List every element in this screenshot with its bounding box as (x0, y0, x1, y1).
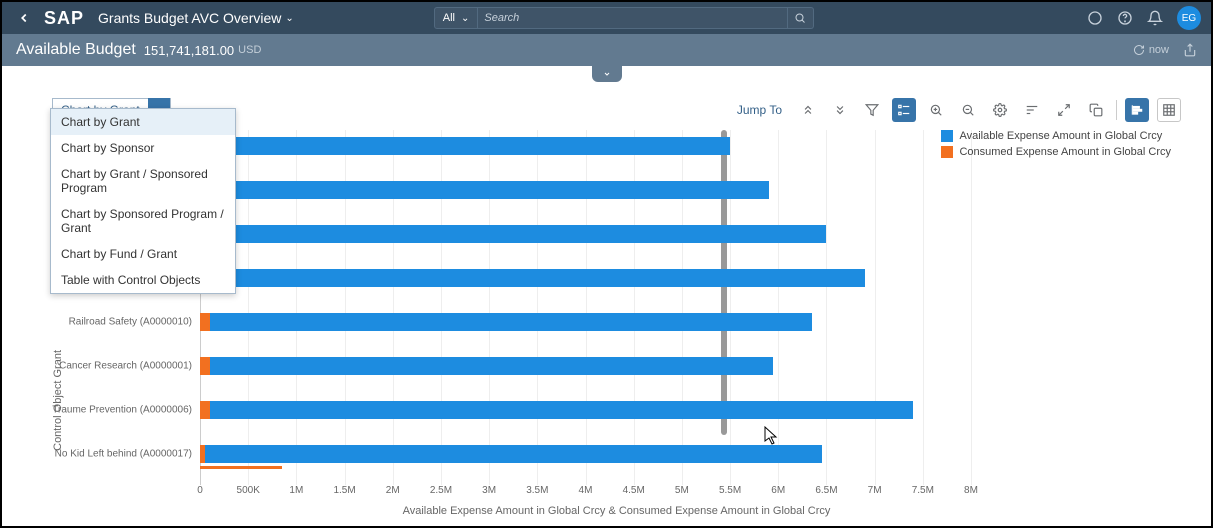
search-scope-select[interactable]: All ⌄ (434, 7, 479, 29)
chart-view-button[interactable] (1125, 98, 1149, 122)
chart-row (200, 130, 971, 162)
x-tick-label: 6M (771, 485, 785, 496)
filter-button[interactable] (860, 98, 884, 122)
collapse-header-button[interactable] (592, 66, 622, 82)
search-input[interactable] (478, 7, 787, 29)
dropdown-item[interactable]: Chart by Fund / Grant (51, 241, 235, 267)
divider (1116, 100, 1117, 120)
x-axis-ticks: 0 500K 1M 1.5M 2M 2.5M 3M 3.5M 4M 4.5M 5M 5.5M 6M 6.5… (200, 485, 971, 501)
copilot-icon[interactable] (1087, 10, 1103, 26)
available-budget-amount: 151,741,181.00 (144, 43, 234, 58)
legend-label: Consumed Expense Amount in Global Crcy (959, 146, 1171, 158)
chart-row: Traume Prevention (A0000006) (200, 394, 971, 426)
bar-available[interactable] (210, 269, 865, 287)
legend-swatch (941, 130, 953, 142)
chart-row (200, 218, 971, 250)
available-budget-currency: USD (238, 44, 261, 56)
dropdown-item[interactable]: Chart by Sponsor (51, 135, 235, 161)
bar-available[interactable] (205, 445, 822, 463)
search-button[interactable] (788, 7, 814, 29)
x-tick-label: 3M (482, 485, 496, 496)
x-tick-label: 1M (289, 485, 303, 496)
drill-up-button[interactable] (796, 98, 820, 122)
back-button[interactable] (12, 6, 36, 30)
category-label: No Kid Left behind (A0000017) (52, 449, 192, 460)
bar-available[interactable] (200, 225, 826, 243)
avatar[interactable]: EG (1177, 6, 1201, 30)
bar-available[interactable] (210, 401, 914, 419)
zoom-in-button[interactable] (924, 98, 948, 122)
settings-button[interactable] (988, 98, 1012, 122)
chart-plot: Nurse Qualification (A0000009) Railroad S… (200, 130, 971, 485)
chart-legend: Available Expense Amount in Global Crcy … (941, 130, 1171, 162)
dropdown-item[interactable]: Chart by Grant / Sponsored Program (51, 161, 235, 201)
x-tick-label: 6.5M (815, 485, 837, 496)
category-label: Traume Prevention (A0000006) (52, 405, 192, 416)
bar-available[interactable] (210, 357, 774, 375)
category-label: Railroad Safety (A0000010) (52, 317, 192, 328)
x-axis-title: Available Expense Amount in Global Crcy … (52, 505, 1181, 517)
legend-item: Consumed Expense Amount in Global Crcy (941, 146, 1171, 158)
category-label: Cancer Research (A0000001) (52, 361, 192, 372)
x-tick-label: 3.5M (526, 485, 548, 496)
chart-row: Railroad Safety (A0000010) (200, 306, 971, 338)
jump-to-link[interactable]: Jump To (737, 103, 782, 117)
share-icon[interactable] (1183, 43, 1197, 57)
bar-available[interactable] (210, 313, 812, 331)
bar-consumed[interactable] (200, 357, 210, 375)
legend-toggle-button[interactable] (892, 98, 916, 122)
top-bar: SAP Grants Budget AVC Overview ⌄ All ⌄ E… (2, 2, 1211, 34)
zoom-out-button[interactable] (956, 98, 980, 122)
bell-icon[interactable] (1147, 10, 1163, 26)
sub-header: Available Budget 151,741,181.00 USD now (2, 34, 1211, 66)
x-tick-label: 4M (579, 485, 593, 496)
bar-consumed[interactable] (200, 401, 210, 419)
x-tick-label: 7.5M (912, 485, 934, 496)
chart-type-dropdown: Chart by Grant Chart by Sponsor Chart by… (50, 108, 236, 294)
x-tick-label: 2M (386, 485, 400, 496)
sort-button[interactable] (1020, 98, 1044, 122)
bar-consumed[interactable] (200, 313, 210, 331)
copy-button[interactable] (1084, 98, 1108, 122)
sap-logo: SAP (44, 8, 84, 29)
chevron-down-icon: ⌄ (461, 13, 469, 24)
drill-down-button[interactable] (828, 98, 852, 122)
x-tick-label: 5M (675, 485, 689, 496)
dropdown-item[interactable]: Table with Control Objects (51, 267, 235, 293)
x-tick-label: 2.5M (430, 485, 452, 496)
x-tick-label: 4.5M (623, 485, 645, 496)
chart-row (200, 174, 971, 206)
x-tick-label: 7M (868, 485, 882, 496)
x-tick-label: 1.5M (333, 485, 355, 496)
bar-available[interactable] (200, 137, 730, 155)
top-right-actions: EG (1087, 6, 1201, 30)
available-budget-label: Available Budget (16, 41, 136, 59)
table-view-button[interactable] (1157, 98, 1181, 122)
search-group: All ⌄ (434, 7, 814, 29)
x-tick-label: 8M (964, 485, 978, 496)
chart-row: Cancer Research (A0000001) (200, 350, 971, 382)
x-tick-label: 0 (197, 485, 203, 496)
grid-line (971, 130, 972, 485)
legend-swatch (941, 146, 953, 158)
refresh-button[interactable]: now (1133, 44, 1169, 56)
page-title[interactable]: Grants Budget AVC Overview ⌄ (98, 10, 294, 26)
x-tick-label: 5.5M (719, 485, 741, 496)
legend-label: Available Expense Amount in Global Crcy (959, 130, 1162, 142)
legend-item: Available Expense Amount in Global Crcy (941, 130, 1171, 142)
help-icon[interactable] (1117, 10, 1133, 26)
chart-row: No Kid Left behind (A0000017) (200, 438, 971, 470)
fullscreen-button[interactable] (1052, 98, 1076, 122)
dropdown-item[interactable]: Chart by Grant (51, 109, 235, 135)
page-title-text: Grants Budget AVC Overview (98, 10, 281, 26)
chevron-down-icon: ⌄ (285, 13, 293, 24)
chart-row: Nurse Qualification (A0000009) (200, 262, 971, 294)
search-scope-label: All (443, 12, 455, 24)
x-tick-label: 500K (237, 485, 260, 496)
bar-available[interactable] (200, 181, 769, 199)
dropdown-item[interactable]: Chart by Sponsored Program / Grant (51, 201, 235, 241)
